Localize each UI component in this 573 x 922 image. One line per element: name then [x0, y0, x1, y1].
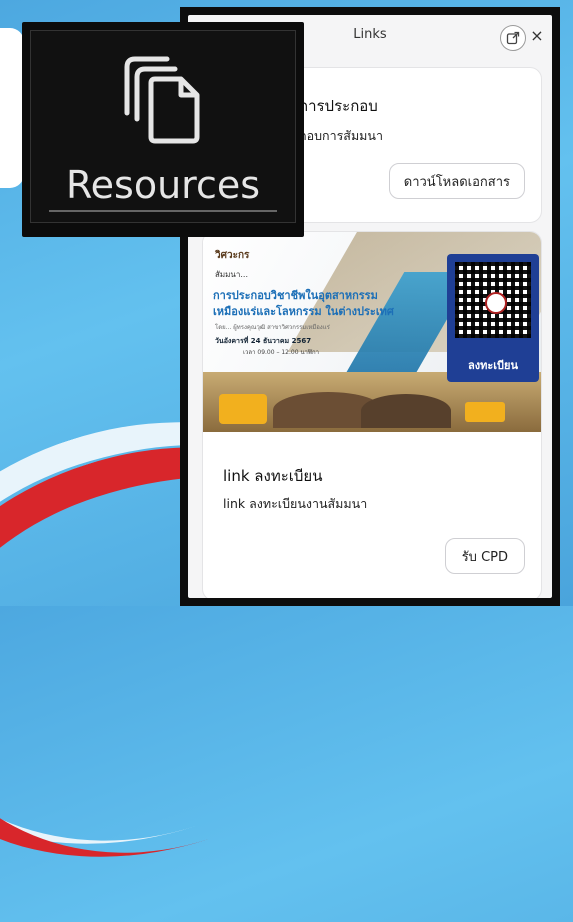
- resources-tooltip: Resources: [22, 22, 304, 237]
- seminar-banner-image: วิศวะกร สัมมนา... การประกอบวิชาชีพในอุตส…: [203, 232, 541, 432]
- card-subtitle: กอบการสัมมนา: [299, 128, 383, 143]
- download-document-button[interactable]: ดาวน์โหลดเอกสาร: [388, 163, 525, 199]
- get-cpd-button[interactable]: รับ CPD: [444, 538, 525, 574]
- background-card-edge: [0, 28, 24, 188]
- link-card-registration: วิศวะกร สัมมนา... การประกอบวิชาชีพในอุตส…: [202, 231, 542, 598]
- banner-speaker-text: โดย... ผู้ทรงคุณวุฒิ สาขาวิศวกรรมเหมืองแ…: [215, 324, 330, 331]
- external-link-icon: [506, 31, 520, 45]
- card-title: link ลงทะเบียน: [223, 467, 323, 485]
- qr-code-icon: [455, 262, 531, 338]
- copy-documents-icon: [124, 56, 200, 144]
- banner-small-text: สัมมนา...: [215, 270, 249, 279]
- close-icon: ×: [530, 25, 544, 45]
- banner-time: เวลา 09.00 – 12.00 นาฬิกา: [243, 349, 320, 356]
- banner-date: วันอังคารที่ 24 ธันวาคม 2567: [215, 337, 312, 345]
- mining-truck-icon: [465, 402, 505, 422]
- resources-tooltip-body: Resources: [30, 30, 296, 223]
- qr-registration-box: ลงทะเบียน: [447, 254, 539, 382]
- banner-headline: เหมืองแร่และโลหกรรม ในต่างประเทศ: [213, 305, 394, 318]
- qr-logo-icon: [485, 292, 507, 314]
- qr-label: ลงทะเบียน: [468, 359, 518, 372]
- popout-button[interactable]: [500, 25, 526, 51]
- tooltip-divider: [49, 210, 277, 212]
- mining-truck-icon: [219, 394, 267, 424]
- close-button[interactable]: ×: [528, 24, 546, 46]
- card-title: การประกอบ: [299, 97, 378, 115]
- banner-brand: วิศวะกร: [215, 250, 250, 261]
- banner-ore-pile: [361, 394, 451, 428]
- card-subtitle: link ลงทะเบียนงานสัมมนา: [223, 496, 368, 511]
- resources-label: Resources: [65, 163, 261, 207]
